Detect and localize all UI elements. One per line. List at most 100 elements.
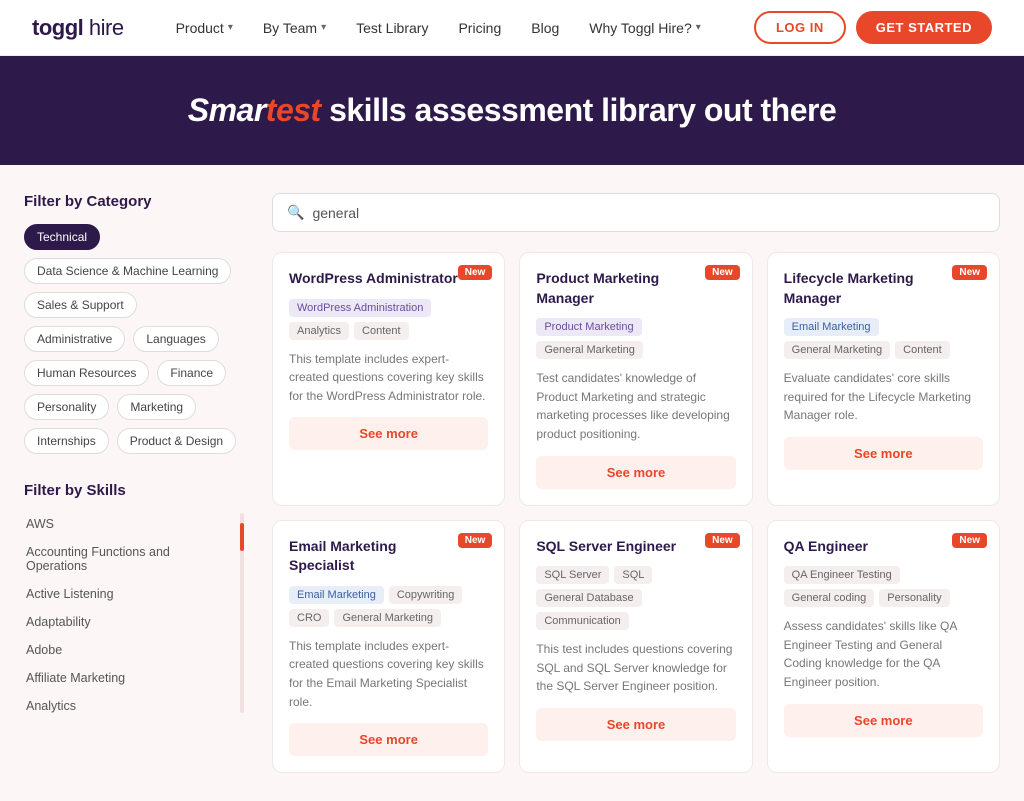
search-input[interactable] xyxy=(312,205,985,221)
card-tag[interactable]: General coding xyxy=(784,589,875,607)
nav-pricing[interactable]: Pricing xyxy=(446,14,513,42)
card-tag[interactable]: Email Marketing xyxy=(289,586,384,604)
logo[interactable]: toggl hire xyxy=(32,15,124,41)
see-more-button[interactable]: See more xyxy=(784,437,983,470)
filter-tag-finance[interactable]: Finance xyxy=(157,360,226,386)
card-tags: QA Engineer Testing General coding Perso… xyxy=(784,566,983,607)
scrollbar-thumb xyxy=(240,523,244,551)
card-tags: SQL Server SQL General Database Communic… xyxy=(536,566,735,630)
filter-tag-sales[interactable]: Sales & Support xyxy=(24,292,137,318)
filter-category-title: Filter by Category xyxy=(24,193,244,210)
navbar: toggl hire Product ▾ By Team ▾ Test Libr… xyxy=(0,0,1024,56)
search-icon: 🔍 xyxy=(287,204,304,221)
card-tag[interactable]: Email Marketing xyxy=(784,318,879,336)
card-tag[interactable]: Product Marketing xyxy=(536,318,641,336)
see-more-button[interactable]: See more xyxy=(784,704,983,737)
nav-links: Product ▾ By Team ▾ Test Library Pricing… xyxy=(164,14,754,42)
hero-headline: Smartest skills assessment library out t… xyxy=(24,92,1000,129)
nav-test-library[interactable]: Test Library xyxy=(344,14,440,42)
skill-accounting[interactable]: Accounting Functions and Operations xyxy=(24,541,234,577)
card-tag[interactable]: CRO xyxy=(289,609,329,627)
chevron-down-icon: ▾ xyxy=(696,22,701,33)
card-badge-new: New xyxy=(705,533,740,548)
scrollbar-track xyxy=(240,513,244,713)
login-button[interactable]: LOG IN xyxy=(754,11,846,44)
main-layout: Filter by Category Technical Data Scienc… xyxy=(0,165,1024,801)
card-tag[interactable]: General Marketing xyxy=(334,609,441,627)
card-tag[interactable]: Content xyxy=(354,322,409,340)
nav-why-toggl[interactable]: Why Toggl Hire? ▾ xyxy=(577,14,712,42)
card-tag[interactable]: General Marketing xyxy=(784,341,891,359)
card-tag[interactable]: SQL xyxy=(614,566,652,584)
card-tag[interactable]: Analytics xyxy=(289,322,349,340)
skill-adobe[interactable]: Adobe xyxy=(24,639,234,661)
card-tag[interactable]: Content xyxy=(895,341,950,359)
filter-tag-technical[interactable]: Technical xyxy=(24,224,100,250)
logo-suffix: hire xyxy=(83,15,123,40)
nav-by-team[interactable]: By Team ▾ xyxy=(251,14,338,42)
see-more-button[interactable]: See more xyxy=(289,723,488,756)
filter-tag-languages[interactable]: Languages xyxy=(133,326,218,352)
nav-product[interactable]: Product ▾ xyxy=(164,14,245,42)
filter-tag-marketing[interactable]: Marketing xyxy=(117,394,196,420)
nav-actions: LOG IN GET STARTED xyxy=(754,11,992,44)
card-tag[interactable]: Personality xyxy=(879,589,949,607)
filter-tag-internships[interactable]: Internships xyxy=(24,428,109,454)
get-started-button[interactable]: GET STARTED xyxy=(856,11,992,44)
chevron-down-icon: ▾ xyxy=(228,22,233,33)
card-lifecycle-marketing: New Lifecycle Marketing Manager Email Ma… xyxy=(767,252,1000,506)
see-more-button[interactable]: See more xyxy=(536,708,735,741)
filter-tag-data-science[interactable]: Data Science & Machine Learning xyxy=(24,258,231,284)
hero-section: Smartest skills assessment library out t… xyxy=(0,56,1024,165)
filter-tag-product-design[interactable]: Product & Design xyxy=(117,428,236,454)
card-description: This template includes expert-created qu… xyxy=(289,350,488,406)
card-tag[interactable]: General Marketing xyxy=(536,341,643,359)
card-description: Test candidates' knowledge of Product Ma… xyxy=(536,369,735,443)
card-qa-engineer: New QA Engineer QA Engineer Testing Gene… xyxy=(767,520,1000,774)
filter-tag-admin[interactable]: Administrative xyxy=(24,326,125,352)
card-description: This test includes questions covering SQ… xyxy=(536,640,735,696)
card-tag[interactable]: Copywriting xyxy=(389,586,462,604)
skill-affiliate-marketing[interactable]: Affiliate Marketing xyxy=(24,667,234,689)
card-tags: Product Marketing General Marketing xyxy=(536,318,735,359)
card-tag[interactable]: WordPress Administration xyxy=(289,299,431,317)
card-tags: Email Marketing Copywriting CRO General … xyxy=(289,586,488,627)
card-product-marketing: New Product Marketing Manager Product Ma… xyxy=(519,252,752,506)
card-badge-new: New xyxy=(458,533,493,548)
card-tag[interactable]: QA Engineer Testing xyxy=(784,566,900,584)
filter-skills-section: Filter by Skills AWS Accounting Function… xyxy=(24,482,244,713)
card-badge-new: New xyxy=(952,533,987,548)
skill-aws[interactable]: AWS xyxy=(24,513,234,535)
sidebar: Filter by Category Technical Data Scienc… xyxy=(24,193,244,773)
see-more-button[interactable]: See more xyxy=(289,417,488,450)
card-description: Evaluate candidates' core skills require… xyxy=(784,369,983,425)
filter-tag-hr[interactable]: Human Resources xyxy=(24,360,149,386)
card-tags: Email Marketing General Marketing Conten… xyxy=(784,318,983,359)
card-sql-engineer: New SQL Server Engineer SQL Server SQL G… xyxy=(519,520,752,774)
card-tag[interactable]: SQL Server xyxy=(536,566,609,584)
filter-category-section: Filter by Category Technical Data Scienc… xyxy=(24,193,244,454)
see-more-button[interactable]: See more xyxy=(536,456,735,489)
logo-text: toggl xyxy=(32,15,83,40)
chevron-down-icon: ▾ xyxy=(321,22,326,33)
skill-active-listening[interactable]: Active Listening xyxy=(24,583,234,605)
card-tags: WordPress Administration Analytics Conte… xyxy=(289,299,488,340)
card-tag[interactable]: Communication xyxy=(536,612,628,630)
cards-grid: New WordPress Administrator WordPress Ad… xyxy=(272,252,1000,773)
card-description: This template includes expert-created qu… xyxy=(289,637,488,711)
skills-list: AWS Accounting Functions and Operations … xyxy=(24,513,234,713)
filter-skills-title: Filter by Skills xyxy=(24,482,244,499)
content-area: 🔍 New WordPress Administrator WordPress … xyxy=(272,193,1000,773)
skill-analytics[interactable]: Analytics xyxy=(24,695,234,713)
card-description: Assess candidates' skills like QA Engine… xyxy=(784,617,983,691)
card-tag[interactable]: General Database xyxy=(536,589,641,607)
card-email-marketing: New Email Marketing Specialist Email Mar… xyxy=(272,520,505,774)
card-wordpress: New WordPress Administrator WordPress Ad… xyxy=(272,252,505,506)
card-badge-new: New xyxy=(458,265,493,280)
nav-blog[interactable]: Blog xyxy=(519,14,571,42)
category-tags: Technical Data Science & Machine Learnin… xyxy=(24,224,244,454)
card-badge-new: New xyxy=(952,265,987,280)
card-badge-new: New xyxy=(705,265,740,280)
filter-tag-personality[interactable]: Personality xyxy=(24,394,109,420)
skill-adaptability[interactable]: Adaptability xyxy=(24,611,234,633)
